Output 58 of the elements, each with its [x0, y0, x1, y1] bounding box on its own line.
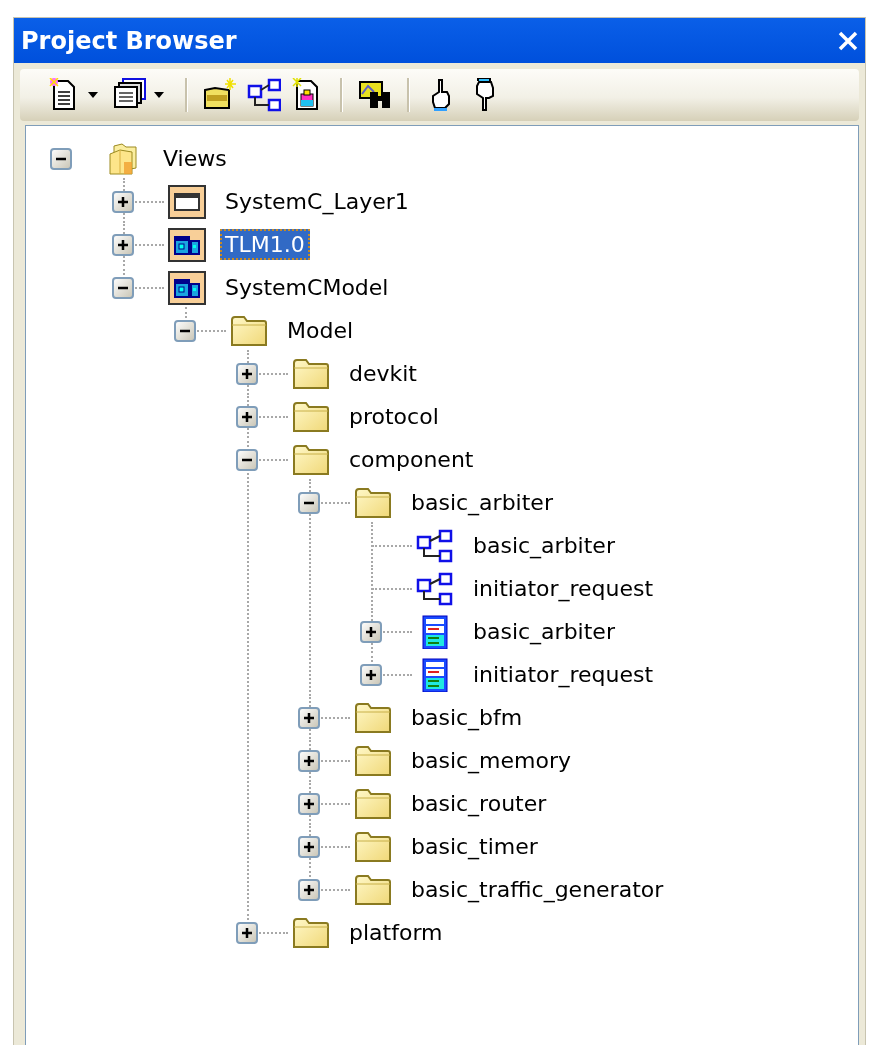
tree-item[interactable]: TLM1.0	[220, 229, 310, 260]
tree-item[interactable]: basic_memory	[406, 745, 577, 776]
tree-item[interactable]: basic_traffic_generator	[406, 874, 669, 905]
folder-icon	[354, 872, 392, 907]
folder-icon	[354, 700, 392, 735]
expand-button[interactable]	[360, 620, 382, 643]
collapse-button[interactable]	[112, 276, 134, 299]
collapse-button[interactable]	[236, 448, 258, 471]
diagram-icon	[416, 571, 454, 606]
expand-button[interactable]	[298, 706, 320, 729]
tree-item[interactable]: basic_router	[406, 788, 552, 819]
tree-item[interactable]: devkit	[344, 358, 422, 389]
collapse-button[interactable]	[174, 319, 196, 342]
tree-item[interactable]: basic_arbiter	[468, 616, 620, 647]
tree-item[interactable]: initiator_request	[468, 573, 659, 604]
tree-item[interactable]: protocol	[344, 401, 444, 432]
diagram-icon	[416, 528, 454, 563]
folder-icon	[292, 442, 330, 477]
folder-icon	[292, 915, 330, 950]
expand-button[interactable]	[236, 362, 258, 385]
tree-item[interactable]: Views	[158, 143, 232, 174]
dropdown-caret-icon[interactable]	[88, 92, 98, 98]
expand-button[interactable]	[236, 405, 258, 428]
tree-item[interactable]: basic_arbiter	[468, 530, 620, 561]
expand-button[interactable]	[112, 233, 134, 256]
expand-button[interactable]	[298, 878, 320, 901]
tree-item[interactable]: component	[344, 444, 479, 475]
tree-item[interactable]: basic_arbiter	[406, 487, 558, 518]
expand-button[interactable]	[236, 921, 258, 944]
folder-icon	[354, 743, 392, 778]
tree-item[interactable]: basic_bfm	[406, 702, 528, 733]
folder-icon	[292, 399, 330, 434]
component-icon	[168, 270, 206, 305]
new-folder-icon[interactable]	[203, 78, 237, 112]
close-icon[interactable]	[837, 29, 859, 52]
tree-item[interactable]: platform	[344, 917, 448, 948]
tree-item[interactable]: SystemC_Layer1	[220, 186, 414, 217]
folder-icon	[354, 786, 392, 821]
expand-button[interactable]	[112, 190, 134, 213]
tree-item[interactable]: Model	[282, 315, 359, 346]
window-title: Project Browser	[21, 26, 237, 55]
expand-button[interactable]	[360, 663, 382, 686]
dropdown-caret-icon[interactable]	[154, 92, 164, 98]
collapse-button[interactable]	[50, 147, 72, 170]
folder-icon	[354, 485, 392, 520]
folder-icon	[292, 356, 330, 391]
expand-button[interactable]	[298, 835, 320, 858]
collapse-button[interactable]	[298, 491, 320, 514]
expand-button[interactable]	[298, 792, 320, 815]
tree-item[interactable]: basic_timer	[406, 831, 543, 862]
tree-item[interactable]: initiator_request	[468, 659, 659, 690]
diagram-icon[interactable]	[247, 78, 281, 112]
component-icon	[168, 227, 206, 262]
window-icon	[168, 184, 206, 219]
folder-icon	[354, 829, 392, 864]
expand-button[interactable]	[298, 749, 320, 772]
tree-item[interactable]: SystemCModel	[220, 272, 394, 303]
folder-icon	[230, 313, 268, 348]
